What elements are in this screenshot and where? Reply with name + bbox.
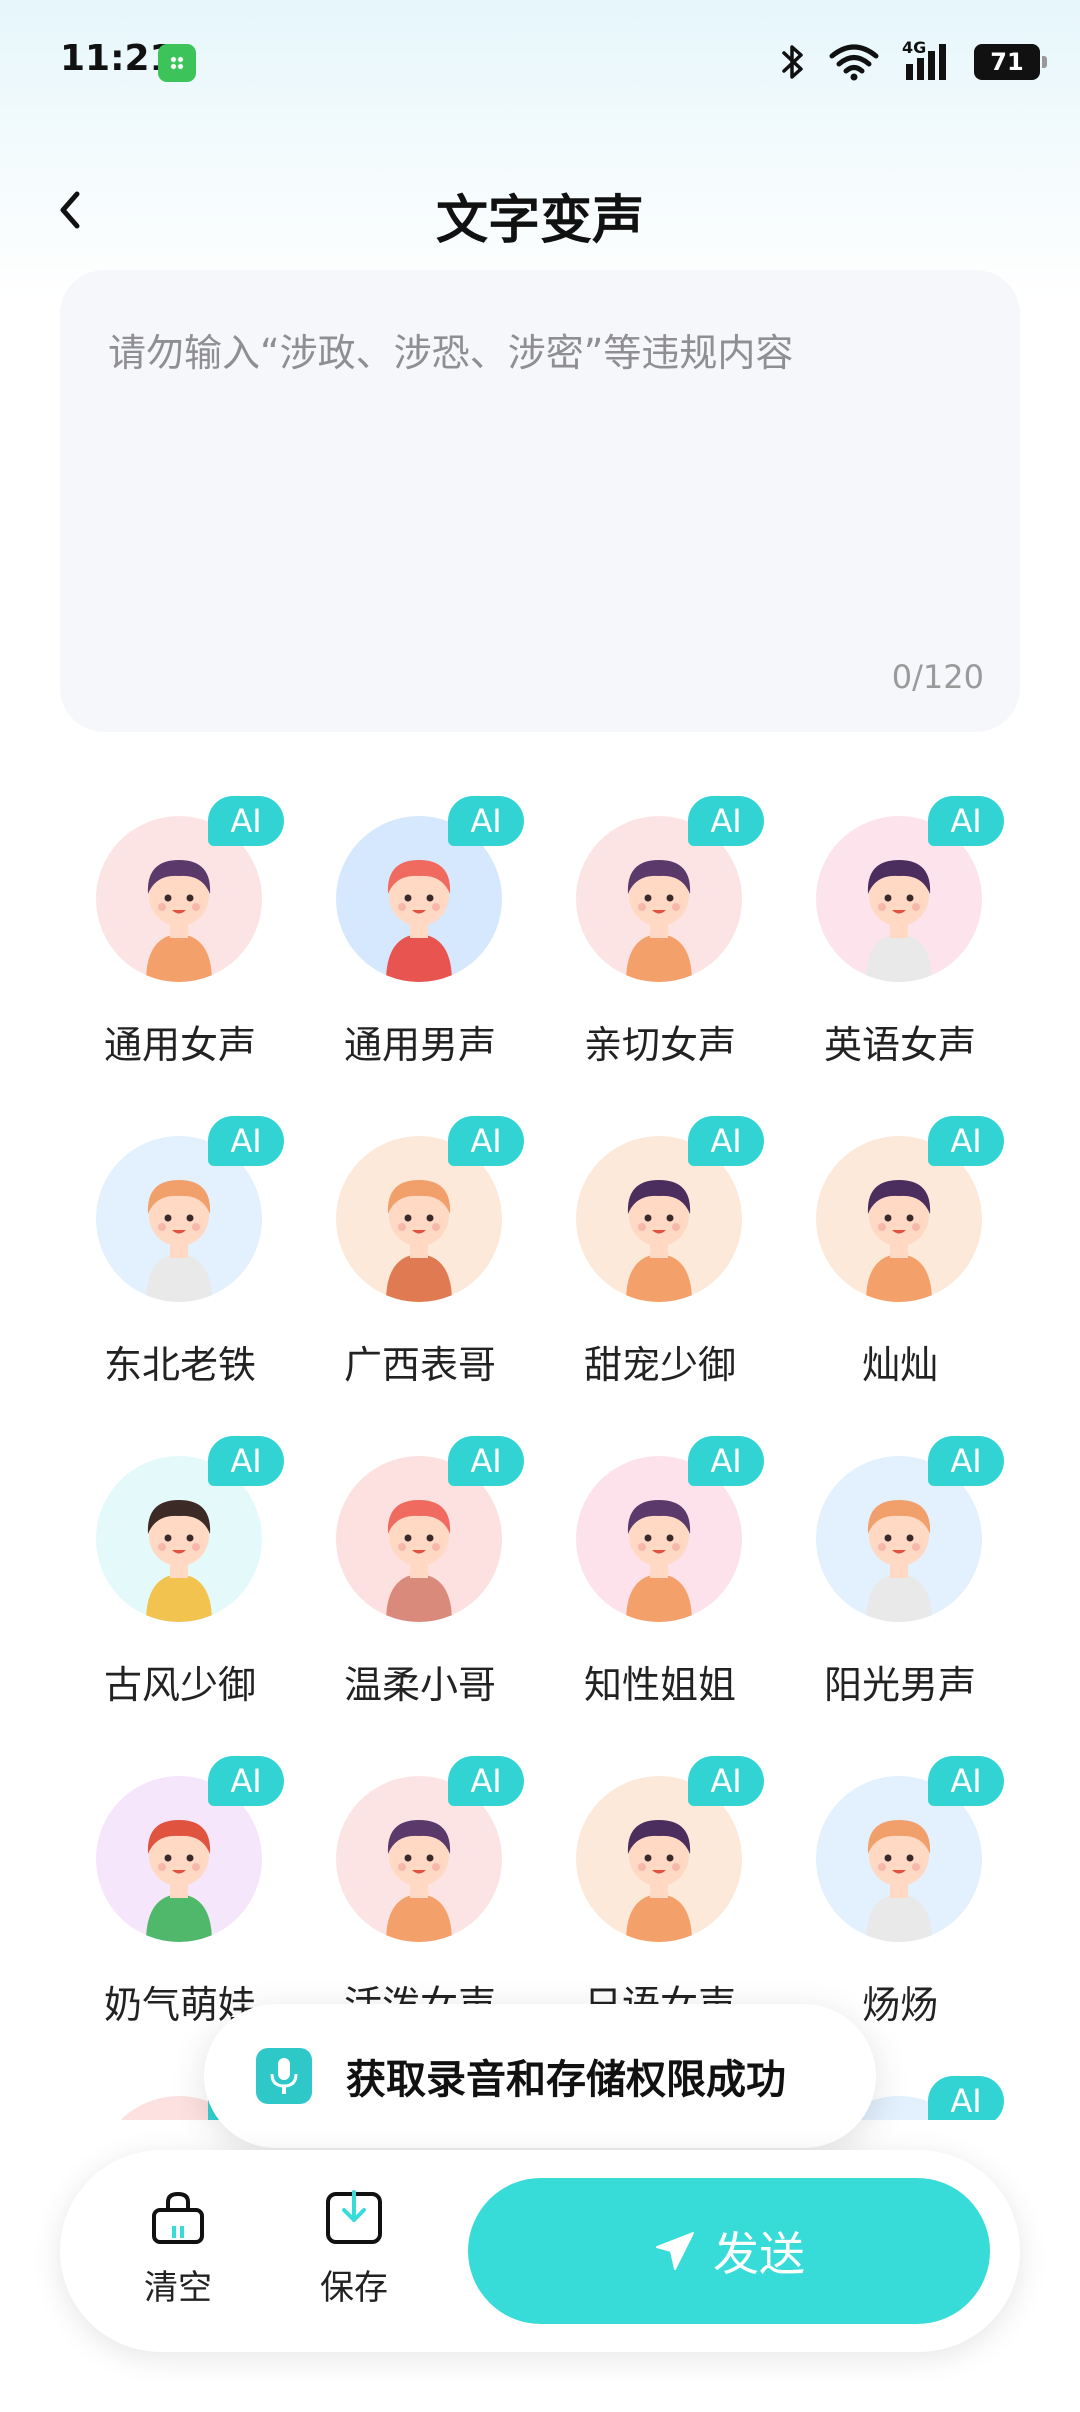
voice-name: 英语女声 bbox=[823, 1023, 976, 1067]
text-input-area[interactable]: 请勿输入“涉政、涉恐、涉密”等违规内容 0/120 bbox=[60, 270, 1020, 732]
char-counter: 0/120 bbox=[891, 658, 984, 696]
voice-name: 广西表哥 bbox=[343, 1343, 496, 1387]
ai-badge: AI bbox=[928, 1436, 1004, 1486]
cellular-signal-icon: 4G bbox=[902, 38, 952, 82]
voice-item[interactable]: AI 阳光男声 bbox=[780, 1430, 1020, 1750]
wifi-icon bbox=[829, 44, 879, 81]
voice-name: 通用男声 bbox=[343, 1023, 496, 1067]
ai-badge: AI bbox=[688, 1116, 764, 1166]
ai-badge: AI bbox=[448, 796, 524, 846]
voice-item[interactable]: AI 灿灿 bbox=[780, 1110, 1020, 1430]
voice-name: 东北老铁 bbox=[103, 1343, 256, 1387]
save-label: 保存 bbox=[320, 2268, 388, 2308]
voice-item[interactable]: AI 甜宠少御 bbox=[540, 1110, 780, 1430]
ai-badge: AI bbox=[688, 796, 764, 846]
voice-item[interactable]: AI 东北老铁 bbox=[60, 1110, 300, 1430]
ai-badge: AI bbox=[688, 1756, 764, 1806]
voice-item[interactable]: AI 广西表哥 bbox=[300, 1110, 540, 1430]
toast-message: 获取录音和存储权限成功 bbox=[346, 2057, 786, 2103]
app-notification-icon bbox=[158, 44, 196, 82]
download-icon bbox=[326, 2190, 382, 2244]
text-input[interactable]: 请勿输入“涉政、涉恐、涉密”等违规内容 bbox=[108, 322, 968, 377]
ai-badge: AI bbox=[448, 1116, 524, 1166]
app-logo-icon bbox=[256, 2048, 312, 2104]
ai-badge: AI bbox=[928, 2076, 1004, 2120]
send-button[interactable]: 发送 bbox=[468, 2178, 990, 2324]
voice-item[interactable]: AI 英语女声 bbox=[780, 790, 1020, 1110]
voice-name: 通用女声 bbox=[103, 1023, 256, 1067]
clear-icon bbox=[152, 2191, 204, 2244]
bluetooth-icon bbox=[782, 45, 803, 79]
ai-badge: AI bbox=[208, 1436, 284, 1486]
bottom-action-bar: 清空 保存 发送 bbox=[60, 2150, 1020, 2352]
voice-item[interactable]: AI 通用女声 bbox=[60, 790, 300, 1110]
voice-name: 知性姐姐 bbox=[583, 1663, 736, 1707]
clear-button[interactable]: 清空 bbox=[118, 2188, 238, 2318]
voice-item[interactable]: AI 亲切女声 bbox=[540, 790, 780, 1110]
send-label: 发送 bbox=[713, 2227, 805, 2281]
ai-badge: AI bbox=[208, 796, 284, 846]
ai-badge: AI bbox=[208, 1116, 284, 1166]
ai-badge: AI bbox=[208, 1756, 284, 1806]
ai-badge: AI bbox=[928, 796, 1004, 846]
voice-item[interactable]: AI 通用男声 bbox=[300, 790, 540, 1110]
send-icon bbox=[656, 2232, 694, 2270]
permission-toast: 获取录音和存储权限成功 bbox=[204, 2004, 876, 2148]
voice-name: 甜宠少御 bbox=[583, 1343, 736, 1387]
ai-badge: AI bbox=[448, 1436, 524, 1486]
voice-item[interactable]: AI 知性姐姐 bbox=[540, 1430, 780, 1750]
clear-label: 清空 bbox=[144, 2268, 212, 2308]
status-bar: 11:21 4G 71 bbox=[0, 0, 1080, 120]
voice-item[interactable]: AI 古风少御 bbox=[60, 1430, 300, 1750]
status-icons: 4G 71 bbox=[780, 38, 1047, 86]
voice-grid: AI 通用女声 AI 通用男声 AI 亲切女声 AI 英语女声 AI 东北老铁 AI 广西表哥 AI 甜宠… bbox=[60, 790, 1020, 2120]
ai-badge: AI bbox=[688, 1436, 764, 1486]
ai-badge: AI bbox=[928, 1756, 1004, 1806]
save-button[interactable]: 保存 bbox=[294, 2188, 414, 2318]
battery-indicator: 71 bbox=[974, 44, 1047, 80]
voice-name: 温柔小哥 bbox=[343, 1663, 496, 1707]
voice-name: 亲切女声 bbox=[583, 1023, 736, 1067]
voice-name: 古风少御 bbox=[103, 1663, 256, 1707]
ai-badge: AI bbox=[448, 1756, 524, 1806]
voice-item[interactable]: AI 温柔小哥 bbox=[300, 1430, 540, 1750]
page-title: 文字变声 bbox=[435, 191, 644, 251]
voice-name: 灿灿 bbox=[861, 1343, 938, 1387]
ai-badge: AI bbox=[928, 1116, 1004, 1166]
battery-level: 71 bbox=[990, 48, 1024, 76]
voice-name: 阳光男声 bbox=[823, 1663, 976, 1707]
